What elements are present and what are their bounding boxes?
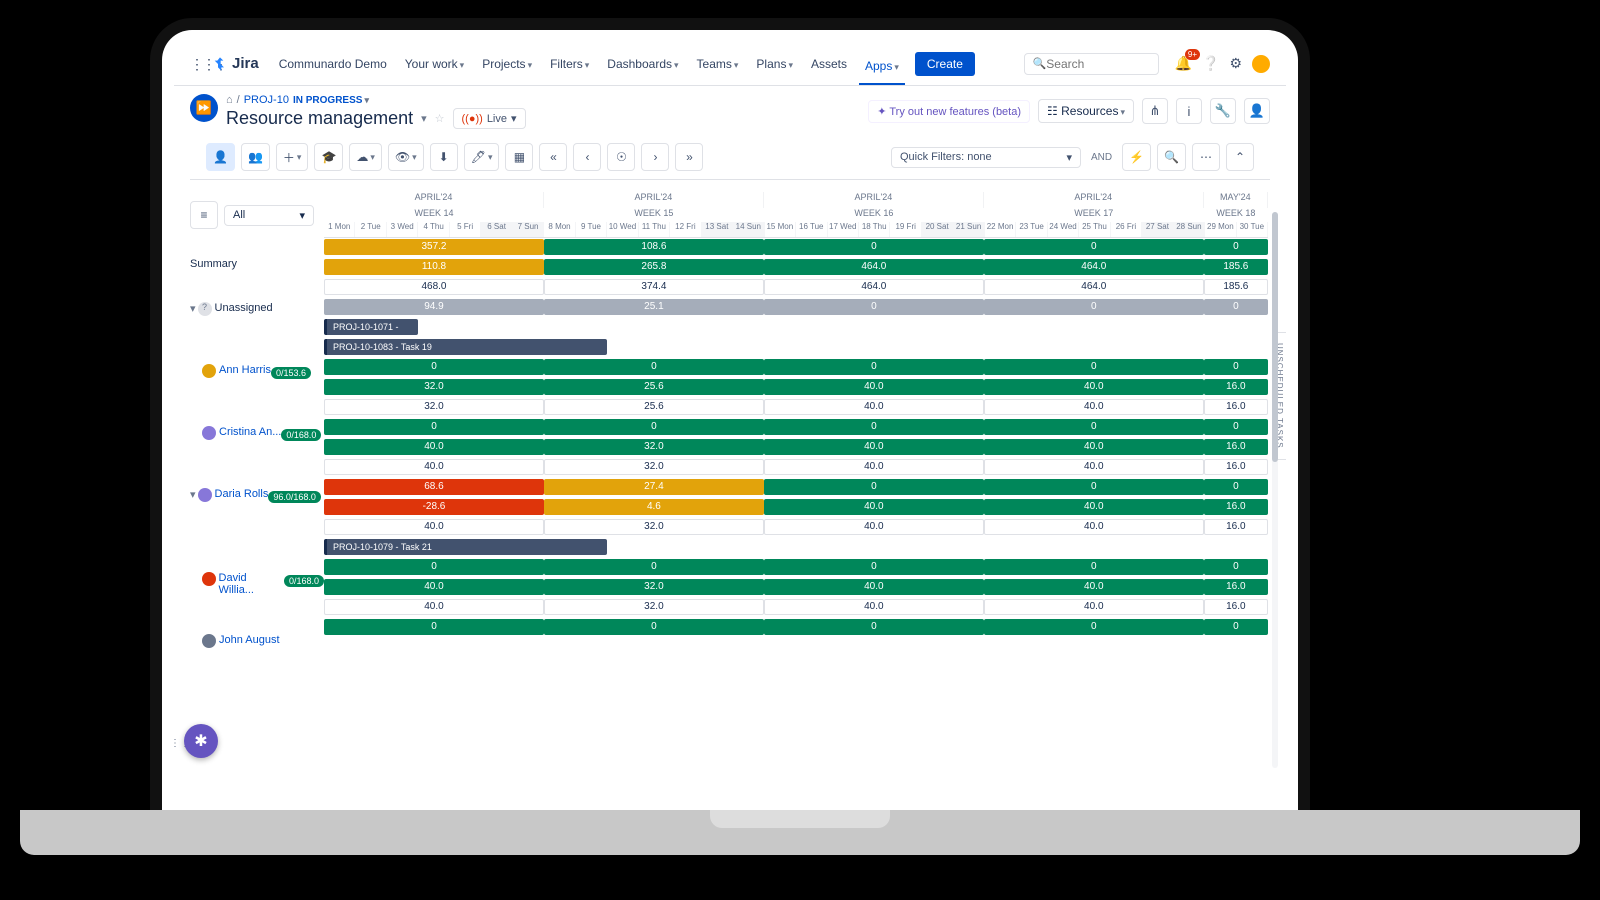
nav-teams[interactable]: Teams (691, 53, 745, 75)
capacity-row: ▭40.032.040.040.016.0 (324, 578, 1268, 596)
search-box[interactable]: 🔍 (1024, 53, 1159, 75)
jira-logo[interactable]: Jira (212, 55, 259, 72)
collapse-icon[interactable]: ⌃ (1226, 143, 1254, 171)
filter-all-dropdown[interactable]: All▾ (224, 205, 314, 226)
nav-dashboards[interactable]: Dashboards (601, 53, 684, 75)
assistant-fab[interactable]: ✱ (184, 724, 218, 758)
capacity-row: ▭40.032.040.040.016.0 (324, 518, 1268, 536)
project-key-link[interactable]: PROJ-10 (244, 94, 289, 106)
top-nav: Jira Communardo Demo Your work Projects … (174, 42, 1286, 86)
user-icon[interactable]: 👤 (1244, 98, 1270, 124)
search-input[interactable] (1046, 57, 1149, 71)
resource-row[interactable]: ▾Daria Rolls96.0/168.0 (190, 486, 324, 570)
capacity-row: ≡00000 (324, 558, 1268, 576)
capacity-row: ▭-28.64.640.040.016.0 (324, 498, 1268, 516)
capacity-row: ▭32.025.640.040.016.0 (324, 398, 1268, 416)
nav-apps[interactable]: Apps (859, 55, 905, 85)
settings-icon[interactable]: ⚙ (1229, 55, 1242, 72)
resource-row[interactable]: David Willia...0/168.0 (190, 570, 324, 632)
add-button[interactable]: ＋ (276, 143, 309, 171)
download-button[interactable]: ⬇ (430, 143, 458, 171)
education-icon[interactable]: 🎓 (314, 143, 343, 171)
nav-assets[interactable]: Assets (805, 53, 853, 75)
task-bar[interactable]: PROJ-10-1071 - (324, 319, 418, 335)
user-view-button[interactable]: 👤 (206, 143, 235, 171)
nav-first-icon[interactable]: « (539, 143, 567, 171)
search-icon-tb[interactable]: 🔍 (1157, 143, 1186, 171)
profile-avatar[interactable] (1252, 55, 1270, 73)
nav-your-work[interactable]: Your work (399, 53, 470, 75)
create-button[interactable]: Create (915, 52, 975, 76)
and-label: AND (1091, 152, 1112, 163)
chevron-down-icon[interactable]: ▾ (190, 302, 196, 315)
capacity-row: ▭40.032.040.040.016.0 (324, 598, 1268, 616)
live-indicator[interactable]: ((●))Live▾ (453, 108, 526, 129)
help-icon[interactable]: ❔ (1202, 55, 1219, 72)
cloud-button[interactable]: ☁ (349, 143, 382, 171)
capacity-row: ▭40.032.040.040.016.0 (324, 458, 1268, 476)
search-icon: 🔍 (1033, 57, 1047, 70)
capacity-row: ≡00000 (324, 418, 1268, 436)
capacity-row: ≡68.627.4000 (324, 478, 1268, 496)
task-bar[interactable]: PROJ-10-1083 - Task 19 (324, 339, 607, 355)
nav-plans[interactable]: Plans (750, 53, 799, 75)
info-icon[interactable]: i (1176, 98, 1202, 124)
quick-filters-dropdown[interactable]: Quick Filters: none▾ (891, 147, 1081, 168)
resource-row[interactable]: Ann Harris0/153.6 (190, 362, 324, 424)
home-icon[interactable]: ⌂ (226, 94, 233, 106)
nav-next-icon[interactable]: › (641, 143, 669, 171)
status-badge[interactable]: IN PROGRESS (293, 95, 369, 106)
capacity-row: ≡00000 (324, 358, 1268, 376)
nav-prev-icon[interactable]: ‹ (573, 143, 601, 171)
capacity-row: ≡00000 (324, 618, 1268, 636)
nav-projects[interactable]: Projects (476, 53, 538, 75)
page-title: Resource management (226, 108, 413, 129)
chevron-down-icon[interactable]: ▾ (421, 112, 427, 125)
capacity-row: ▭40.032.040.040.016.0 (324, 438, 1268, 456)
team-view-button[interactable]: 👥 (241, 143, 270, 171)
resource-row[interactable]: Cristina An...0/168.0 (190, 424, 324, 486)
try-new-features[interactable]: ✦ Try out new features (beta) (868, 100, 1030, 123)
capacity-row: ≡94.925.1000 (324, 298, 1268, 316)
page-header: ⏩ ⌂ / PROJ-10 IN PROGRESS Resource manag… (174, 86, 1286, 180)
calendar-button[interactable]: ▦ (505, 143, 533, 171)
visibility-button[interactable]: 👁 (388, 143, 424, 171)
more-icon[interactable]: ⋯ (1192, 143, 1220, 171)
timeline-grid[interactable]: APRIL'24APRIL'24APRIL'24APRIL'24MAY'24 W… (324, 192, 1268, 798)
chevron-down-icon[interactable]: ▾ (190, 488, 196, 501)
resources-dropdown[interactable]: ☷ Resources (1038, 99, 1134, 123)
share-icon[interactable]: ⋔ (1142, 98, 1168, 124)
list-view-icon[interactable]: ≡ (190, 201, 218, 229)
project-icon[interactable]: ⏩ (190, 94, 218, 122)
nav-filters[interactable]: Filters (544, 53, 595, 75)
resource-row[interactable]: John August (190, 632, 324, 652)
resource-list: ≡ All▾ Summary ▾?UnassignedAnn Harris0/1… (174, 192, 324, 798)
capacity-row: ▭110.8265.8464.0464.0185.6 (324, 258, 1268, 276)
nav-today-icon[interactable]: ☉ (607, 143, 635, 171)
task-bar[interactable]: PROJ-10-1079 - Task 21 (324, 539, 607, 555)
notifications-icon[interactable]: 🔔 (1175, 55, 1192, 72)
wrench-icon[interactable]: 🔧 (1210, 98, 1236, 124)
capacity-row: ▭468.0374.4464.0464.0185.6 (324, 278, 1268, 296)
star-icon[interactable]: ☆ (435, 112, 445, 125)
resource-row[interactable]: ▾?Unassigned (190, 300, 324, 362)
scrollbar[interactable] (1272, 212, 1278, 768)
bolt-icon[interactable]: ⚡ (1122, 143, 1151, 171)
highlight-button[interactable]: 🖊 (464, 143, 500, 171)
org-link[interactable]: Communardo Demo (273, 53, 393, 75)
app-switcher-icon[interactable] (190, 56, 206, 72)
toolbar: 👤 👥 ＋ 🎓 ☁ 👁 ⬇ 🖊 ▦ « ‹ ☉ › » Quick Filter… (190, 135, 1270, 180)
capacity-row: ▭32.025.640.040.016.0 (324, 378, 1268, 396)
summary-label: Summary (190, 238, 324, 300)
capacity-row: ≡357.2108.6000 (324, 238, 1268, 256)
nav-last-icon[interactable]: » (675, 143, 703, 171)
